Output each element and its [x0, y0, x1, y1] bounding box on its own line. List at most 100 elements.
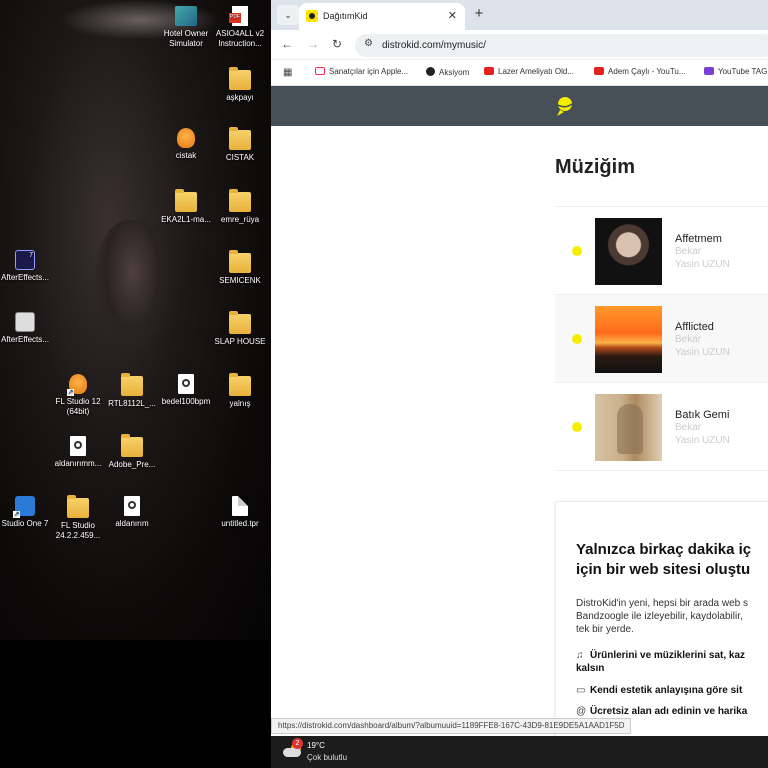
- status-dot-icon: [572, 334, 582, 344]
- game-icon: [175, 6, 197, 26]
- desktop-icon[interactable]: AfterEffects...: [0, 312, 52, 345]
- page-title: Müziğim: [555, 156, 635, 178]
- studio-one-icon: [13, 496, 35, 518]
- bookmark-label: Lazer Ameliyatı Old...: [498, 67, 575, 76]
- apps-grid-icon: ▦: [283, 67, 293, 78]
- feature-text: Ürünlerini ve müziklerini sat, kaz kalsı…: [576, 650, 746, 674]
- desktop-icon-label: EKA2L1-ma...: [161, 215, 211, 224]
- desktop-icon-label: SLAP HOUSE: [214, 337, 266, 346]
- desktop-icon[interactable]: aldanırım: [105, 496, 159, 529]
- desktop-icon[interactable]: cistak: [159, 128, 213, 161]
- desktop-icon-label: yalnış: [229, 399, 251, 408]
- desktop-icon[interactable]: SEMICENK: [213, 250, 267, 286]
- folder-icon: [229, 373, 251, 396]
- audio-file-icon: [70, 436, 86, 456]
- track-row[interactable]: Batık Gemi Bekar Yasin UZUN: [555, 383, 768, 471]
- music-list: Affetmem Bekar Yasin UZUN Afflicted Beka…: [555, 206, 768, 471]
- album-cover[interactable]: [595, 218, 662, 285]
- youtube-icon: [484, 67, 494, 75]
- track-title[interactable]: Affetmem: [675, 233, 722, 245]
- desktop-icon-label: Studio One 7: [1, 519, 49, 528]
- promo-title: Yalnızca birkaç dakika iç için bir web s…: [576, 541, 752, 578]
- address-bar[interactable]: ⚙ distrokid.com/mymusic/: [355, 34, 768, 57]
- bookmark-aksiyom[interactable]: Aksiyom: [426, 67, 469, 77]
- close-icon[interactable]: ✕: [448, 9, 457, 22]
- bookmark-youtube-tag[interactable]: YouTube TAG: [704, 67, 767, 76]
- folder-icon: [229, 250, 251, 273]
- folder-icon: [121, 434, 143, 457]
- desktop-icon[interactable]: AfterEffects...: [0, 250, 52, 283]
- desktop-icon-label: aldanırımm...: [54, 459, 102, 468]
- audio-file-icon: [124, 496, 140, 516]
- distrokid-logo-icon[interactable]: [553, 95, 575, 117]
- desktop-icon[interactable]: FL Studio 24.2.2.459...: [51, 495, 105, 540]
- desktop-icon[interactable]: bedel100bpm: [159, 374, 213, 407]
- desktop-icon[interactable]: CISTAK: [213, 127, 267, 163]
- desktop-icon[interactable]: RTL8112L_...: [105, 373, 159, 409]
- bookmark-apple-artists[interactable]: Sanatçılar için Apple...: [315, 67, 408, 76]
- weather-temperature[interactable]: 19°C: [307, 741, 325, 750]
- desktop-icon[interactable]: aldanırımm...: [51, 436, 105, 469]
- folder-icon: [229, 67, 251, 90]
- album-cover[interactable]: [595, 306, 662, 373]
- new-tab-button[interactable]: +: [471, 5, 487, 22]
- browser-window: ⌄ DağıtımKid ✕ + ← → ↻ ⚙ distrokid.com/m…: [271, 0, 768, 736]
- tab-search-button[interactable]: ⌄: [277, 5, 299, 25]
- desktop-icon[interactable]: SLAP HOUSE: [213, 311, 267, 347]
- desktop-icon-label: FL Studio 12 (64bit): [55, 397, 101, 416]
- profile-icon: [426, 67, 435, 76]
- tab-distrokid[interactable]: DağıtımKid ✕: [299, 3, 465, 30]
- bookmark-label: Sanatçılar için Apple...: [329, 67, 409, 76]
- desktop-icon[interactable]: emre_rüya: [213, 189, 267, 225]
- after-effects-icon: [15, 250, 35, 270]
- artist-name: Yasin UZUN: [675, 259, 730, 270]
- folder-icon: [121, 373, 143, 396]
- status-dot-icon: [572, 422, 582, 432]
- desktop-icon[interactable]: aşkpayı: [213, 67, 267, 103]
- website-promo-card: Yalnızca birkaç dakika iç için bir web s…: [555, 501, 768, 736]
- url-text: distrokid.com/mymusic/: [382, 40, 486, 51]
- bookmark-lazer[interactable]: Lazer Ameliyatı Old...: [484, 67, 574, 76]
- desktop-icon-label: Hotel Owner Simulator: [163, 29, 209, 48]
- bookmark-label: YouTube TAG: [718, 67, 768, 76]
- album-cover[interactable]: [595, 394, 662, 461]
- desktop-icon-label: AfterEffects...: [1, 273, 49, 282]
- reload-icon[interactable]: ↻: [332, 37, 342, 51]
- site-info-icon[interactable]: ⚙: [364, 38, 373, 49]
- forward-arrow-icon[interactable]: →: [307, 37, 319, 51]
- promo-feature: ▭ Kendi estetik anlayışına göre sit: [576, 684, 742, 697]
- desktop-icon[interactable]: yalnış: [213, 373, 267, 409]
- audio-file-icon: [178, 374, 194, 394]
- chevron-down-icon: ⌄: [284, 10, 292, 20]
- desktop-icon[interactable]: FL Studio 12 (64bit): [51, 374, 105, 416]
- promo-body: DistroKid'in yeni, hepsi bir arada web s…: [576, 598, 748, 635]
- track-title[interactable]: Afflicted: [675, 321, 714, 333]
- desktop-icon[interactable]: Adobe_Pre...: [105, 434, 159, 470]
- desktop-icon-label: SEMICENK: [219, 276, 261, 285]
- release-type: Bekar: [675, 334, 702, 345]
- folder-icon: [229, 311, 251, 334]
- fl-studio-icon: [177, 128, 195, 148]
- desktop-icon[interactable]: EKA2L1-ma...: [159, 189, 213, 225]
- monitor-icon: ▭: [576, 685, 586, 696]
- pdf-icon: [229, 6, 248, 26]
- desktop-icon[interactable]: ASIO4ALL v2 Instruction...: [213, 6, 267, 48]
- back-arrow-icon[interactable]: ←: [281, 37, 293, 51]
- bookmark-adem-cayli[interactable]: Adem Çaylı - YouTu...: [594, 67, 686, 76]
- track-title[interactable]: Batık Gemi: [675, 409, 729, 421]
- desktop-icon[interactable]: untitled.tpr: [213, 496, 267, 529]
- bookmarks-bar: ▦ Sanatçılar için Apple... Aksiyom Lazer…: [271, 60, 768, 86]
- desktop-icon[interactable]: Hotel Owner Simulator: [159, 6, 213, 48]
- weather-condition[interactable]: Çok bulutlu: [307, 753, 347, 762]
- track-row[interactable]: Affetmem Bekar Yasin UZUN: [555, 207, 768, 295]
- status-dot-icon: [572, 246, 582, 256]
- track-row[interactable]: Afflicted Bekar Yasin UZUN: [555, 295, 768, 383]
- taskbar: 2 19°C Çok bulutlu: [271, 736, 768, 768]
- apps-bookmark[interactable]: ▦: [283, 67, 299, 78]
- desktop-icon-label: ASIO4ALL v2 Instruction...: [215, 29, 265, 48]
- wallpaper-figure: [95, 220, 170, 350]
- notification-badge: 2: [292, 738, 303, 749]
- feature-text: Ücretsiz alan adı edinin ve harika: [590, 706, 748, 717]
- folder-icon: [229, 189, 251, 212]
- desktop-icon[interactable]: Studio One 7: [0, 496, 52, 529]
